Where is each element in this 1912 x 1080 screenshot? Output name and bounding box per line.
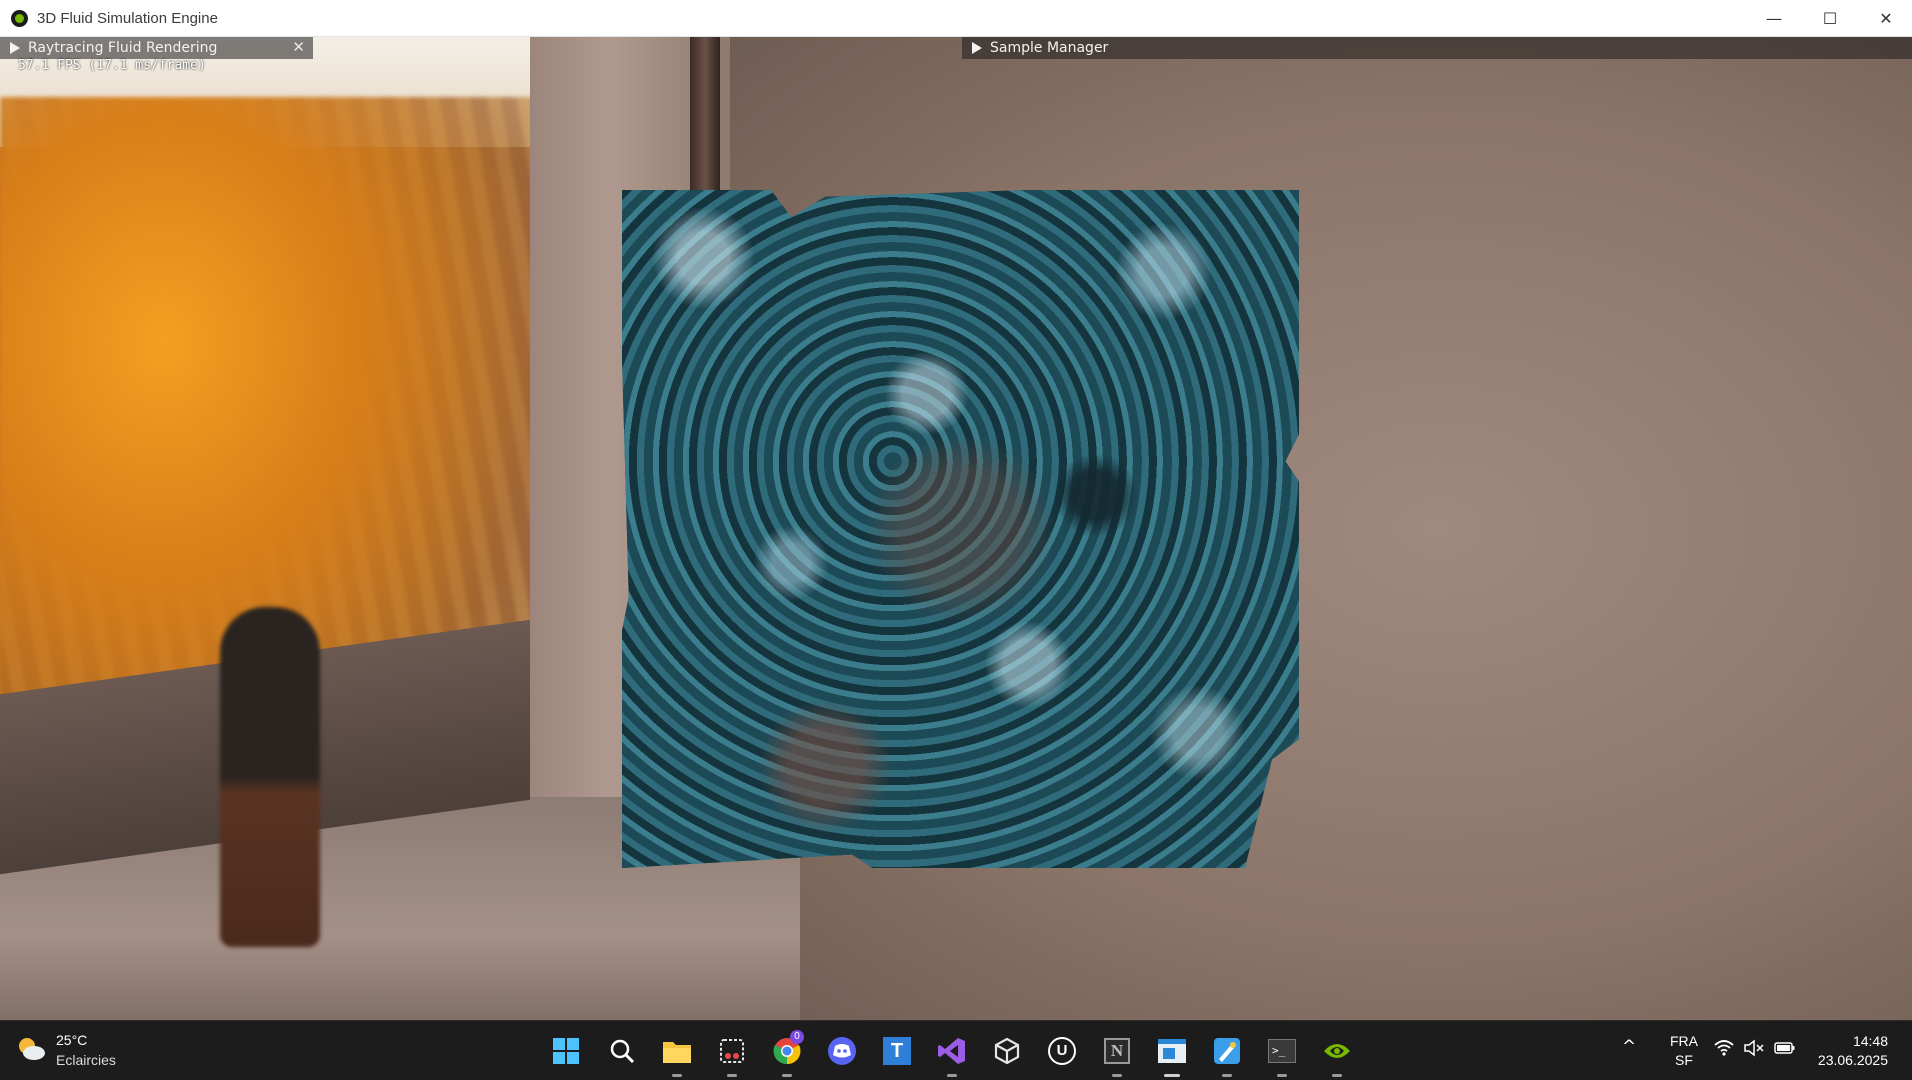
fluid-volume [622,190,1299,868]
windows-logo-icon [553,1038,579,1064]
unity-icon [994,1037,1020,1065]
render-panel-title: Raytracing Fluid Rendering [28,40,218,56]
running-indicator [672,1074,682,1077]
visual-studio-icon [938,1038,965,1064]
close-icon[interactable]: ✕ [292,38,305,56]
taskbar-terminal[interactable]: >_ [1263,1032,1301,1077]
taskbar-active-window[interactable] [1153,1032,1191,1077]
discord-icon [828,1037,856,1065]
volume-muted-icon[interactable] [1744,1039,1764,1061]
scene-person [220,607,320,947]
collapse-arrow-icon[interactable] [10,42,20,54]
app-window-icon [1158,1039,1186,1063]
running-indicator [1277,1074,1287,1077]
maximize-button[interactable]: ☐ [1802,0,1858,37]
running-indicator [782,1074,792,1077]
terminal-icon: >_ [1268,1039,1296,1063]
snipping-tool-icon [720,1039,744,1063]
taskbar-typora[interactable]: T [878,1032,916,1070]
language-code: FRA [1670,1033,1698,1049]
weather-temperature[interactable]: 25°C [56,1032,87,1048]
taskbar-chrome[interactable]: 0 [768,1030,806,1077]
battery-charging-icon[interactable] [1774,1039,1796,1061]
taskbar-snipping-tool[interactable] [713,1032,751,1077]
sample-manager-header[interactable]: Sample Manager [962,37,1912,59]
tray-chevron-icon[interactable]: ^ [1622,1037,1636,1057]
search-button[interactable] [603,1032,641,1070]
start-button[interactable] [547,1032,585,1070]
unreal-engine-icon: U [1048,1037,1076,1065]
nvidia-app-icon [11,10,28,27]
running-indicator [1112,1074,1122,1077]
collapse-arrow-icon[interactable] [972,42,982,54]
clock-date: 23.06.2025 [1817,1052,1888,1068]
taskbar-nvidia[interactable] [1318,1032,1356,1077]
running-indicator [1222,1074,1232,1077]
running-indicator [947,1074,957,1077]
taskbar-unity[interactable] [988,1032,1026,1070]
active-indicator [1164,1074,1180,1077]
taskbar: 25°C Eclaircies 0 T U N >_ ^ FRA SF 14:4… [0,1020,1912,1080]
wifi-icon[interactable] [1714,1039,1734,1061]
paint-icon [1214,1038,1240,1064]
clock-time: 14:48 [1852,1033,1888,1049]
weather-description[interactable]: Eclaircies [56,1052,116,1068]
notification-badge: 0 [790,1030,804,1044]
fps-readout: 57.1 FPS (17.1 ms/frame) [18,58,206,73]
taskbar-notion[interactable]: N [1098,1032,1136,1077]
keyboard-layout: SF [1675,1052,1693,1068]
weather-icon[interactable] [16,1034,46,1064]
window-title: 3D Fluid Simulation Engine [37,10,218,27]
typora-icon: T [883,1037,911,1065]
language-indicator[interactable]: FRA SF [1664,1032,1704,1070]
folder-icon [663,1042,691,1063]
search-icon [610,1039,635,1064]
taskbar-paint[interactable] [1208,1032,1246,1077]
taskbar-file-explorer[interactable] [658,1032,696,1077]
taskbar-discord[interactable] [823,1032,861,1070]
close-button[interactable]: ✕ [1858,0,1912,37]
nvidia-eye-icon [1324,1044,1350,1058]
sample-manager-title: Sample Manager [990,40,1109,56]
clock[interactable]: 14:48 23.06.2025 [1800,1032,1888,1070]
taskbar-unreal-engine[interactable]: U [1043,1032,1081,1070]
minimize-button[interactable]: — [1746,0,1802,37]
taskbar-visual-studio[interactable] [933,1032,971,1077]
running-indicator [1332,1074,1342,1077]
running-indicator [727,1074,737,1077]
notion-icon: N [1104,1038,1130,1064]
window-title-bar: 3D Fluid Simulation Engine — ☐ ✕ [0,0,1912,37]
render-panel-header[interactable]: Raytracing Fluid Rendering ✕ [0,37,313,59]
